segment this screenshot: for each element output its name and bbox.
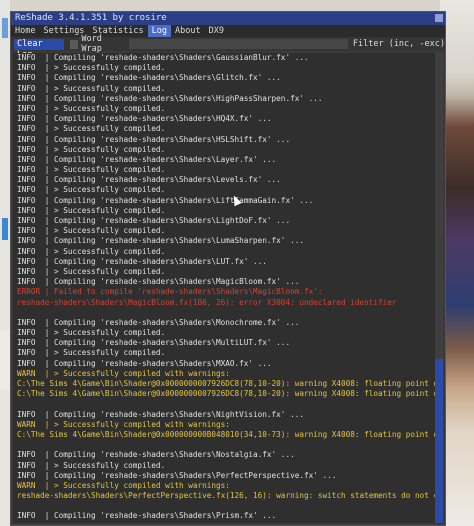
filter-label: Filter (inc, -exc) (352, 39, 445, 49)
log-line: WARN | > Successfully compiled with warn… (17, 419, 230, 429)
tab-dx9[interactable]: DX9 (205, 25, 228, 37)
log-line: INFO | > Successfully compiled. (17, 103, 166, 113)
filter-input[interactable] (129, 39, 348, 49)
scrollbar-thumb[interactable] (435, 359, 443, 523)
log-line: C:\The Sims 4\Game\Bin\Shader@0x00000000… (17, 389, 437, 399)
reshade-window: ReShade 3.4.1.351 by crosire Home Settin… (10, 11, 446, 526)
log-line: INFO | Compiling 'reshade-shaders\Shader… (17, 409, 304, 419)
background-left (0, 0, 10, 526)
word-wrap-toggle[interactable]: Word Wrap (69, 34, 125, 54)
log-line: INFO | > Successfully compiled. (17, 328, 166, 338)
log-line: INFO | Compiling 'reshade-shaders\Shader… (17, 277, 300, 287)
log-line: WARN | > Successfully compiled with warn… (17, 480, 230, 490)
log-line: ERROR | Failed to compile 'reshade-shade… (17, 287, 323, 297)
log-line: INFO | > Successfully compiled. (13, 522, 437, 523)
log-line: C:\The Sims 4\Game\Bin\Shader@0x00000000… (17, 429, 437, 439)
word-wrap-checkbox[interactable] (69, 39, 79, 49)
log-output[interactable]: INFO | Compiling 'reshade-shaders\Shader… (13, 53, 437, 523)
log-line: reshade-shaders\Shaders\PerfectPerspecti… (17, 491, 437, 501)
log-line: INFO | Compiling 'reshade-shaders\Shader… (17, 470, 337, 480)
log-line: INFO | Compiling 'reshade-shaders\Shader… (17, 73, 281, 83)
log-line: INFO | > Successfully compiled. (17, 205, 166, 215)
log-line: INFO | Compiling 'reshade-shaders\Shader… (17, 134, 291, 144)
log-line: INFO | Compiling 'reshade-shaders\Shader… (17, 236, 304, 246)
collapse-icon[interactable] (435, 14, 443, 22)
log-line: INFO | Compiling 'reshade-shaders\Shader… (17, 450, 295, 460)
log-line: INFO | > Successfully compiled. (17, 124, 166, 134)
window-title: ReShade 3.4.1.351 by crosire (15, 13, 167, 23)
log-line: INFO | Compiling 'reshade-shaders\Shader… (17, 154, 277, 164)
title-bar[interactable]: ReShade 3.4.1.351 by crosire (11, 12, 445, 25)
log-line: INFO | Compiling 'reshade-shaders\Shader… (17, 511, 277, 521)
log-line: INFO | Compiling 'reshade-shaders\Shader… (17, 195, 314, 205)
log-line: INFO | > Successfully compiled. (17, 83, 166, 93)
log-line: INFO | > Successfully compiled. (17, 266, 166, 276)
log-line: INFO | Compiling 'reshade-shaders\Shader… (17, 317, 300, 327)
background-tab (2, 18, 8, 38)
log-line: INFO | > Successfully compiled. (17, 185, 166, 195)
log-line: C:\The Sims 4\Game\Bin\Shader@0x00000000… (17, 379, 437, 388)
log-line: INFO | > Successfully compiled. (17, 348, 166, 358)
log-line: INFO | > Successfully compiled. (17, 144, 166, 154)
log-line: INFO | Compiling 'reshade-shaders\Shader… (17, 358, 272, 368)
tab-about[interactable]: About (171, 25, 205, 37)
log-line: INFO | Compiling 'reshade-shaders\Shader… (17, 93, 323, 103)
log-line: INFO | > Successfully compiled. (17, 226, 166, 236)
log-line: INFO | > Successfully compiled. (17, 460, 166, 470)
log-line: INFO | > Successfully compiled. (17, 246, 166, 256)
log-line: INFO | Compiling 'reshade-shaders\Shader… (17, 256, 267, 266)
log-line: INFO | Compiling 'reshade-shaders\Shader… (17, 338, 291, 348)
background-strip (0, 330, 10, 390)
log-toolbar: Clear Log Word Wrap Filter (inc, -exc) (11, 34, 445, 60)
log-line: WARN | > Successfully compiled with warn… (17, 368, 230, 378)
log-line: INFO | Compiling 'reshade-shaders\Shader… (17, 114, 272, 124)
log-scrollbar[interactable] (435, 53, 443, 523)
log-line: reshade-shaders\Shaders\MagicBloom.fx(18… (17, 297, 397, 307)
log-line: INFO | > Successfully compiled. (17, 165, 166, 175)
tab-log[interactable]: Log (147, 25, 171, 37)
background-tab (2, 218, 8, 240)
log-line: INFO | > Successfully compiled. (17, 63, 166, 73)
word-wrap-label: Word Wrap (81, 34, 102, 54)
log-line: INFO | Compiling 'reshade-shaders\Shader… (17, 216, 291, 225)
log-line: INFO | Compiling 'reshade-shaders\Shader… (17, 53, 309, 62)
clear-log-button[interactable]: Clear Log (14, 38, 64, 60)
log-line: INFO | Compiling 'reshade-shaders\Shader… (17, 175, 281, 185)
tab-home[interactable]: Home (11, 25, 39, 37)
